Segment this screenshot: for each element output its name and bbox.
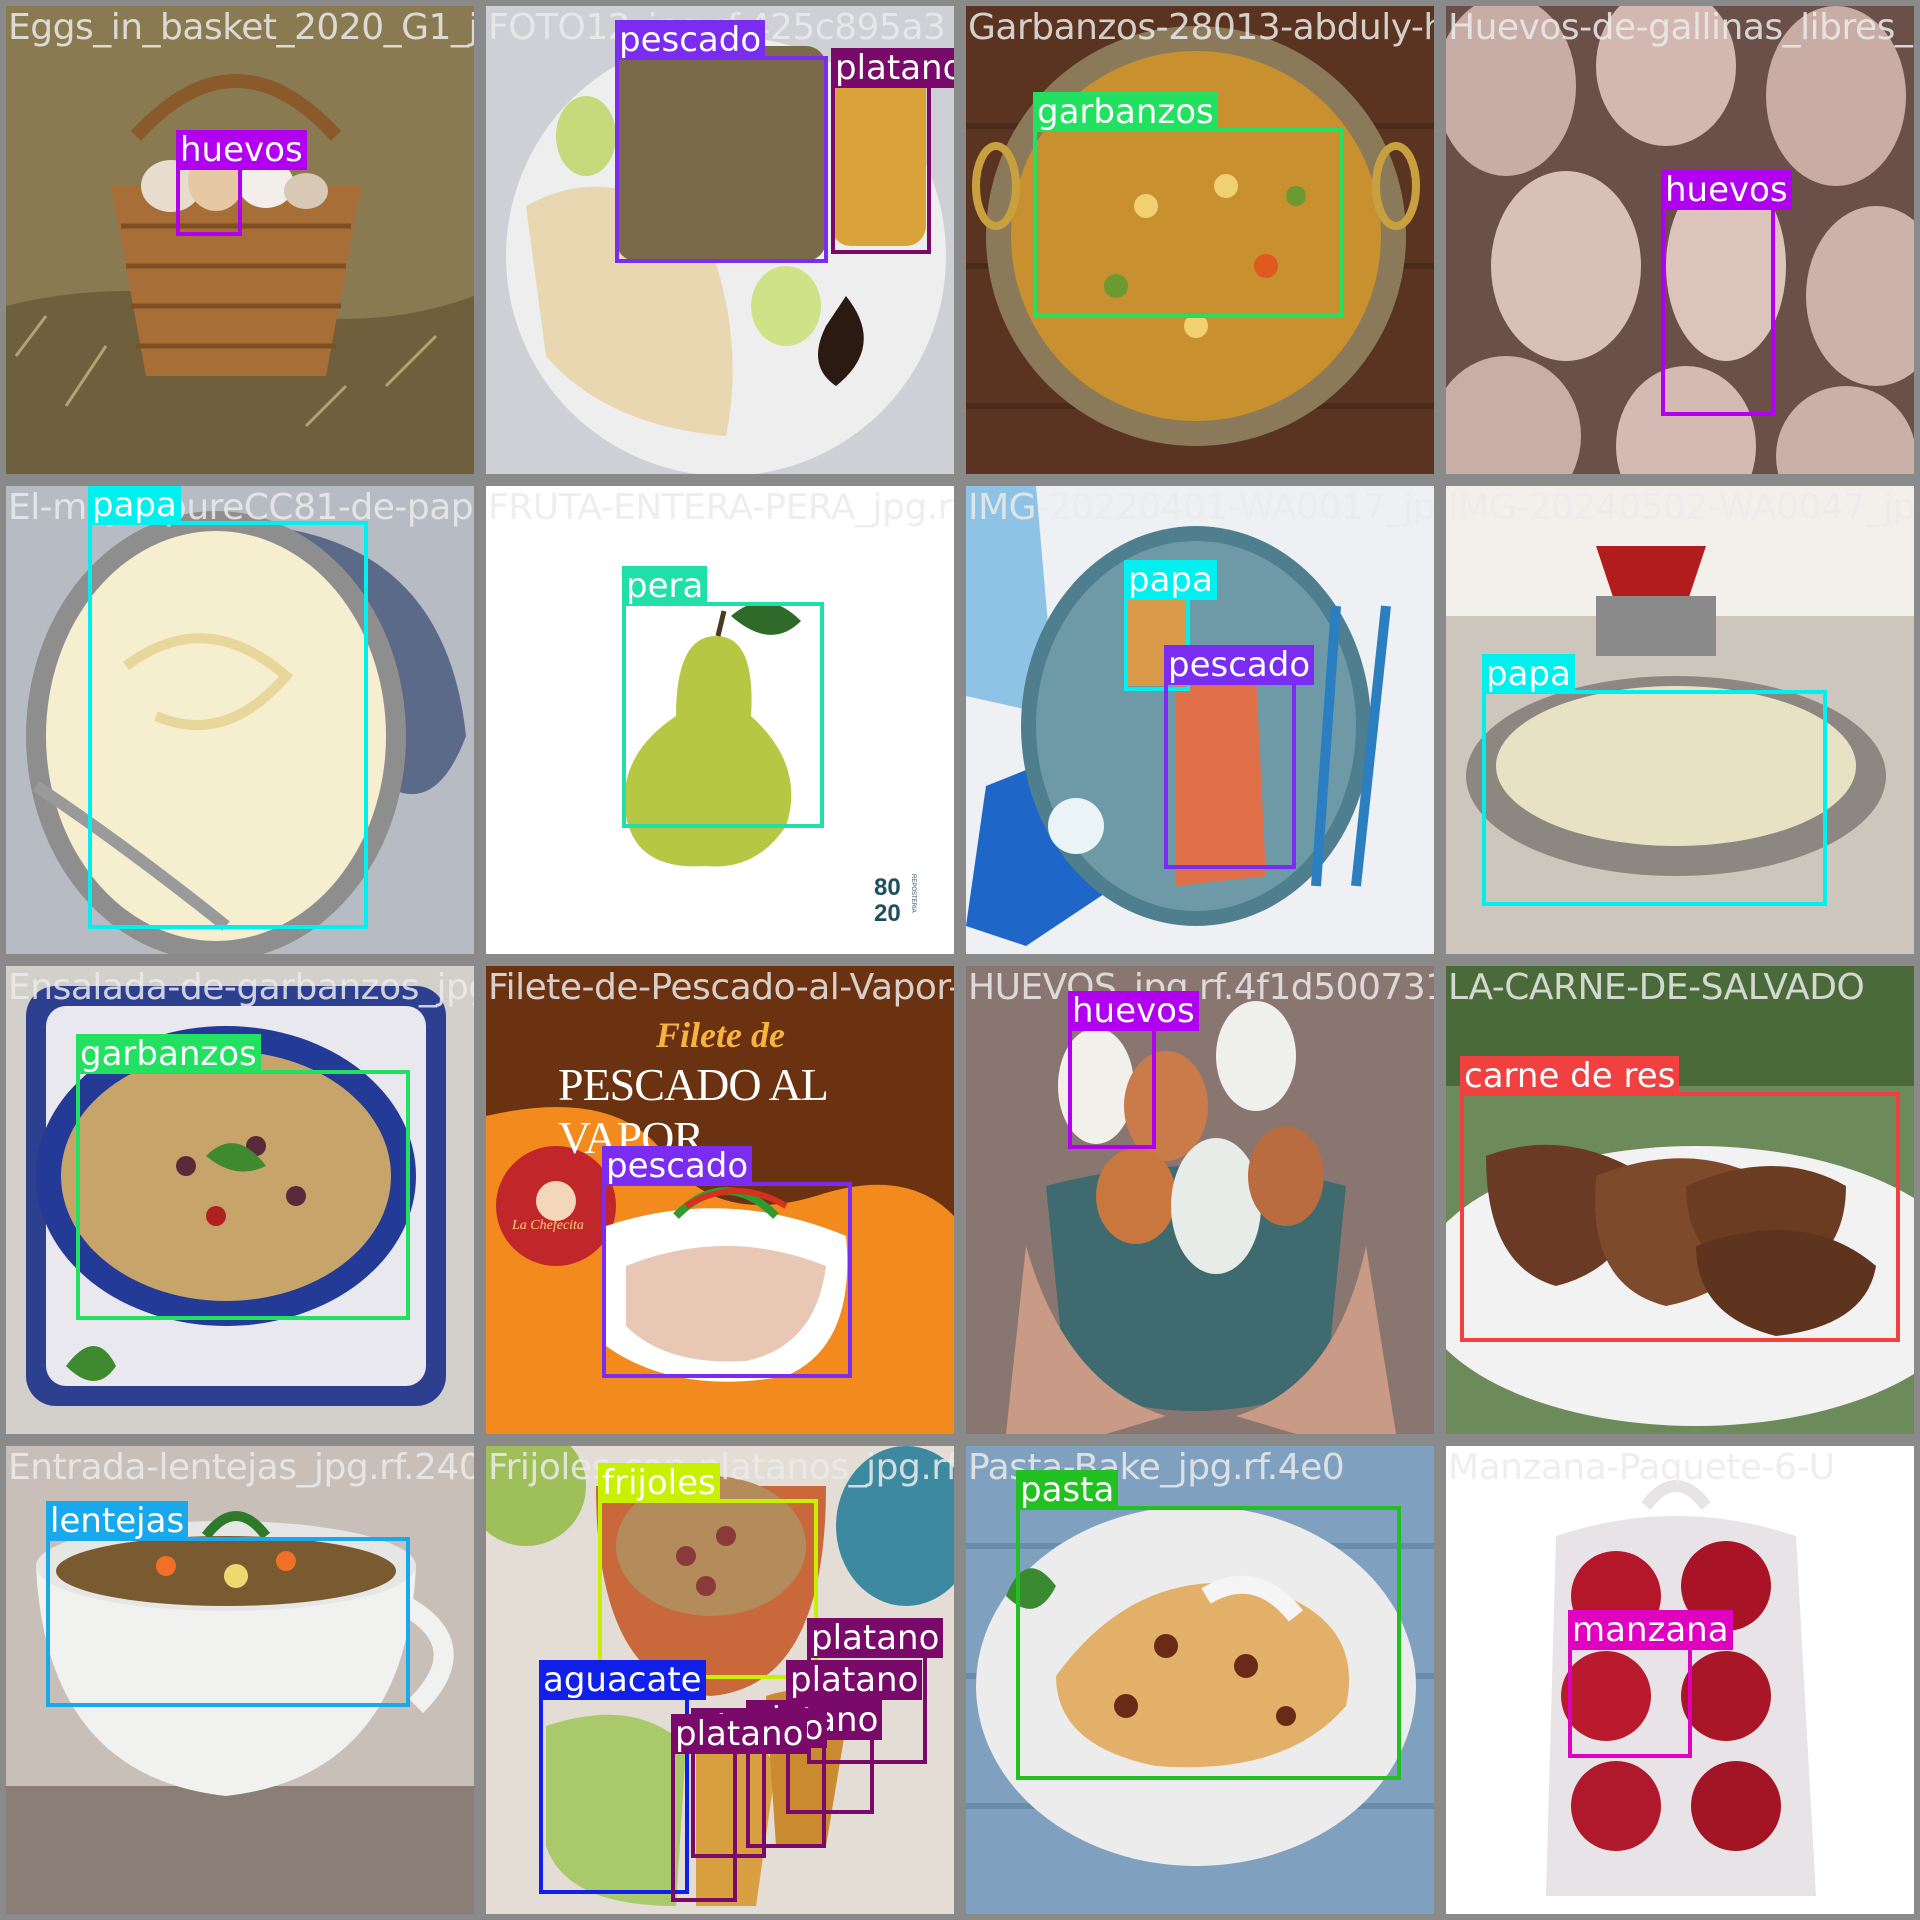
- detection-box: pasta: [1016, 1470, 1401, 1780]
- brand-logo: 80 20 REPOSTERIA: [874, 874, 924, 934]
- detection-label: pasta: [1016, 1470, 1119, 1510]
- detection-label: manzana: [1568, 1610, 1733, 1650]
- detection-box: huevos: [1661, 170, 1792, 416]
- detection-box: pescado: [1164, 645, 1315, 869]
- tile-potato-press: IMG-20240502-WA0047_jpg papa: [1440, 480, 1920, 960]
- file-name: FRUTA-ENTERA-PERA_jpg.rf: [488, 487, 960, 528]
- detection-box: pescado: [602, 1146, 852, 1378]
- detection-box: pescado: [615, 20, 828, 263]
- file-name: IMG-20220401-WA0017_jpg: [968, 487, 1440, 528]
- detection-box: garbanzos: [1033, 92, 1343, 318]
- detection-label: huevos: [1068, 991, 1199, 1031]
- detection-label: garbanzos: [1033, 92, 1218, 132]
- detection-box: lentejas: [46, 1501, 410, 1707]
- photo-eggs-bowl: [966, 966, 1434, 1434]
- detection-label: platano: [786, 1660, 923, 1700]
- tile-pasta-bake: Pasta-Bake_jpg.rf.4e0 pasta: [960, 1440, 1440, 1920]
- detection-label: papa: [1124, 560, 1217, 600]
- detection-label: frijoles: [598, 1463, 720, 1503]
- file-name: Filete-de-Pescado-al-Vapor-La-Chefecita: [488, 967, 960, 1008]
- detection-label: garbanzos: [76, 1034, 261, 1074]
- file-name: Ensalada-de-garbanzos_jpg.rf.: [8, 967, 474, 1008]
- detection-box: pera: [622, 566, 824, 828]
- detection-box: manzana: [1568, 1610, 1733, 1758]
- file-name: Manzana-Paquete-6-U: [1448, 1447, 1835, 1488]
- tile-mashed-potatoes: El-mejor-pureCC81-de-papa papa: [0, 480, 480, 960]
- tile-apple-bag: Manzana-Paquete-6-U manzana: [1440, 1440, 1920, 1920]
- detection-label: huevos: [1661, 170, 1792, 210]
- logo-number-top: 80: [874, 874, 901, 901]
- file-name: Eggs_in_basket_2020_G1_jpg.rf.: [8, 7, 478, 48]
- detection-box: platano: [831, 48, 954, 254]
- detection-box: papa: [88, 486, 368, 929]
- detection-label: lentejas: [46, 1501, 189, 1541]
- tile-salmon-plate: IMG-20220401-WA0017_jpg papa pescado: [960, 480, 1440, 960]
- detection-label: papa: [88, 486, 181, 525]
- detection-box: frijoles: [598, 1463, 818, 1679]
- detection-box: papa: [1482, 654, 1827, 906]
- detection-label: huevos: [176, 130, 307, 170]
- tile-chickpea-salad: Ensalada-de-garbanzos_jpg.rf. garbanzos: [0, 960, 480, 1440]
- tile-pear: 80 20 REPOSTERIA FRUTA-ENTERA-PERA_jpg.r…: [480, 480, 960, 960]
- detection-label: platano: [807, 1618, 944, 1658]
- tile-eggs-bowl: HUEVOS_jpg.rf.4f1d500731 huevos: [960, 960, 1440, 1440]
- file-name: Entrada-lentejas_jpg.rf.2406: [8, 1447, 480, 1488]
- detection-label: pescado: [602, 1146, 753, 1186]
- photo-eggs-basket: [6, 6, 474, 474]
- file-name: LA-CARNE-DE-SALVADO: [1448, 967, 1865, 1008]
- tile-beef-steaks: LA-CARNE-DE-SALVADO carne de res: [1440, 960, 1920, 1440]
- detection-label: papa: [1482, 654, 1575, 694]
- detection-box: huevos: [1068, 991, 1199, 1149]
- tile-fish-poster: Filete de PESCADO AL VAPOR La Chefecita …: [480, 960, 960, 1440]
- tile-frijoles-platanos: Frijoles-con-platanos_jpg.rf.5c frijoles…: [480, 1440, 960, 1920]
- poster-brand: La Chefecita: [512, 1218, 584, 1233]
- file-name: HUEVOS_jpg.rf.4f1d500731: [968, 967, 1440, 1008]
- detection-label: platano: [831, 48, 954, 88]
- logo-number-bottom: 20: [874, 900, 901, 927]
- file-name: IMG-20240502-WA0047_jpg: [1448, 487, 1920, 528]
- image-grid: Eggs_in_basket_2020_G1_jpg.rf. huevos FO…: [0, 0, 1920, 1920]
- detection-label: carne de res: [1460, 1056, 1680, 1096]
- detection-label: aguacate: [539, 1660, 706, 1700]
- detection-box: garbanzos: [76, 1034, 410, 1320]
- detection-box: carne de res: [1460, 1056, 1900, 1342]
- file-name: Frijoles-con-platanos_jpg.rf.5c: [488, 1447, 960, 1488]
- poster-title-line1: Filete de: [656, 1015, 785, 1055]
- detection-label: pescado: [615, 20, 766, 60]
- file-name: Garbanzos-28013-abduly-header: [968, 7, 1434, 48]
- detection-box: huevos: [176, 130, 307, 236]
- tile-garbanzos-pan: Garbanzos-28013-abduly-header garbanzos: [960, 0, 1440, 480]
- tile-eggs-closeup: Huevos-de-gallinas_libres_-107 huevos: [1440, 0, 1920, 480]
- tile-eggs-basket: Eggs_in_basket_2020_G1_jpg.rf. huevos: [0, 0, 480, 480]
- detection-box: aguacate: [539, 1660, 706, 1894]
- detection-label: platano: [671, 1714, 808, 1754]
- detection-label: pera: [622, 566, 708, 606]
- file-name: Huevos-de-gallinas_libres_-107: [1448, 7, 1914, 48]
- detection-box: platano: [671, 1714, 808, 1902]
- detection-label: pescado: [1164, 645, 1315, 685]
- tile-lentil-soup: Entrada-lentejas_jpg.rf.2406 lentejas: [0, 1440, 480, 1920]
- logo-side-text: REPOSTERIA: [910, 874, 916, 913]
- tile-fish-plate: FOTO12_jpg.rf.425c895a3 pescado platano: [480, 0, 960, 480]
